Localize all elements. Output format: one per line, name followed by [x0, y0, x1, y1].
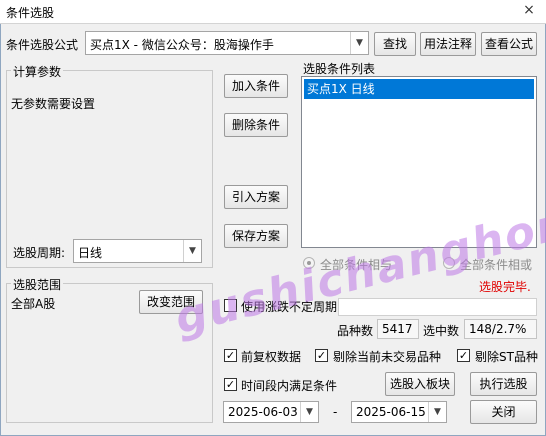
end-date-picker[interactable]: 2025-06-15 ▼ — [351, 401, 447, 423]
formula-label: 条件选股公式 — [6, 38, 79, 52]
save-plan-button[interactable]: 保存方案 — [224, 224, 288, 248]
remove-condition-button[interactable]: 删除条件 — [224, 113, 288, 137]
chevron-down-icon[interactable]: ▼ — [183, 240, 201, 262]
chevron-down-icon[interactable]: ▼ — [300, 402, 318, 422]
add-to-block-button[interactable]: 选股入板块 — [385, 372, 455, 396]
forward-adjust-checkbox[interactable]: ✓ — [224, 349, 237, 362]
add-condition-button[interactable]: 加入条件 — [224, 74, 288, 98]
params-message: 无参数需要设置 — [11, 97, 96, 111]
exclude-untraded-checkbox[interactable]: ✓ — [315, 349, 328, 362]
time-range-label: 时间段内满足条件 — [241, 379, 338, 393]
start-date-value: 2025-06-03 — [228, 405, 298, 419]
time-range-checkbox[interactable]: ✓ — [224, 378, 237, 391]
title-bar: 条件选股 × — [0, 0, 546, 24]
start-date-picker[interactable]: 2025-06-03 ▼ — [223, 401, 319, 423]
range-value: 全部A股 — [11, 297, 56, 311]
condition-list-title: 选股条件列表 — [303, 62, 376, 76]
import-plan-button[interactable]: 引入方案 — [224, 185, 288, 209]
usage-notes-button[interactable]: 用法注释 — [420, 32, 476, 56]
exclude-st-checkbox[interactable]: ✓ — [457, 349, 470, 362]
forward-adjust-label: 前复权数据 — [241, 350, 302, 364]
chevron-down-icon[interactable]: ▼ — [350, 32, 368, 54]
chevron-down-icon[interactable]: ▼ — [428, 402, 446, 422]
variety-count-label: 品种数 — [337, 324, 374, 338]
date-separator: - — [333, 405, 338, 419]
formula-select-value: 买点1X - 微信公众号：股海操作手 — [90, 38, 274, 52]
execute-selection-button[interactable]: 执行选股 — [470, 372, 537, 396]
period-select[interactable]: 日线 ▼ — [73, 239, 202, 263]
period-select-value: 日线 — [78, 246, 103, 260]
hit-count-field: 148/2.7% — [464, 319, 537, 339]
close-button[interactable]: 关闭 — [470, 400, 537, 424]
end-date-value: 2025-06-15 — [356, 405, 426, 419]
params-group-title: 计算参数 — [11, 63, 64, 80]
exclude-st-label: 剔除ST品种 — [475, 350, 538, 364]
view-formula-button[interactable]: 查看公式 — [481, 32, 537, 56]
variety-count-field: 5417 — [377, 319, 419, 339]
range-group-title: 选股范围 — [11, 276, 64, 293]
period-label: 选股周期: — [13, 246, 66, 260]
list-item[interactable]: 买点1X 日线 — [304, 79, 534, 99]
status-text: 选股完毕. — [479, 280, 531, 294]
formula-select[interactable]: 买点1X - 微信公众号：股海操作手 ▼ — [85, 31, 369, 55]
variable-period-input[interactable] — [338, 298, 537, 316]
find-button[interactable]: 查找 — [374, 32, 416, 56]
close-icon[interactable]: × — [520, 2, 538, 18]
exclude-untraded-label: 剔除当前未交易品种 — [333, 350, 442, 364]
window-title: 条件选股 — [6, 6, 55, 20]
hit-count-label: 选中数 — [423, 324, 460, 338]
